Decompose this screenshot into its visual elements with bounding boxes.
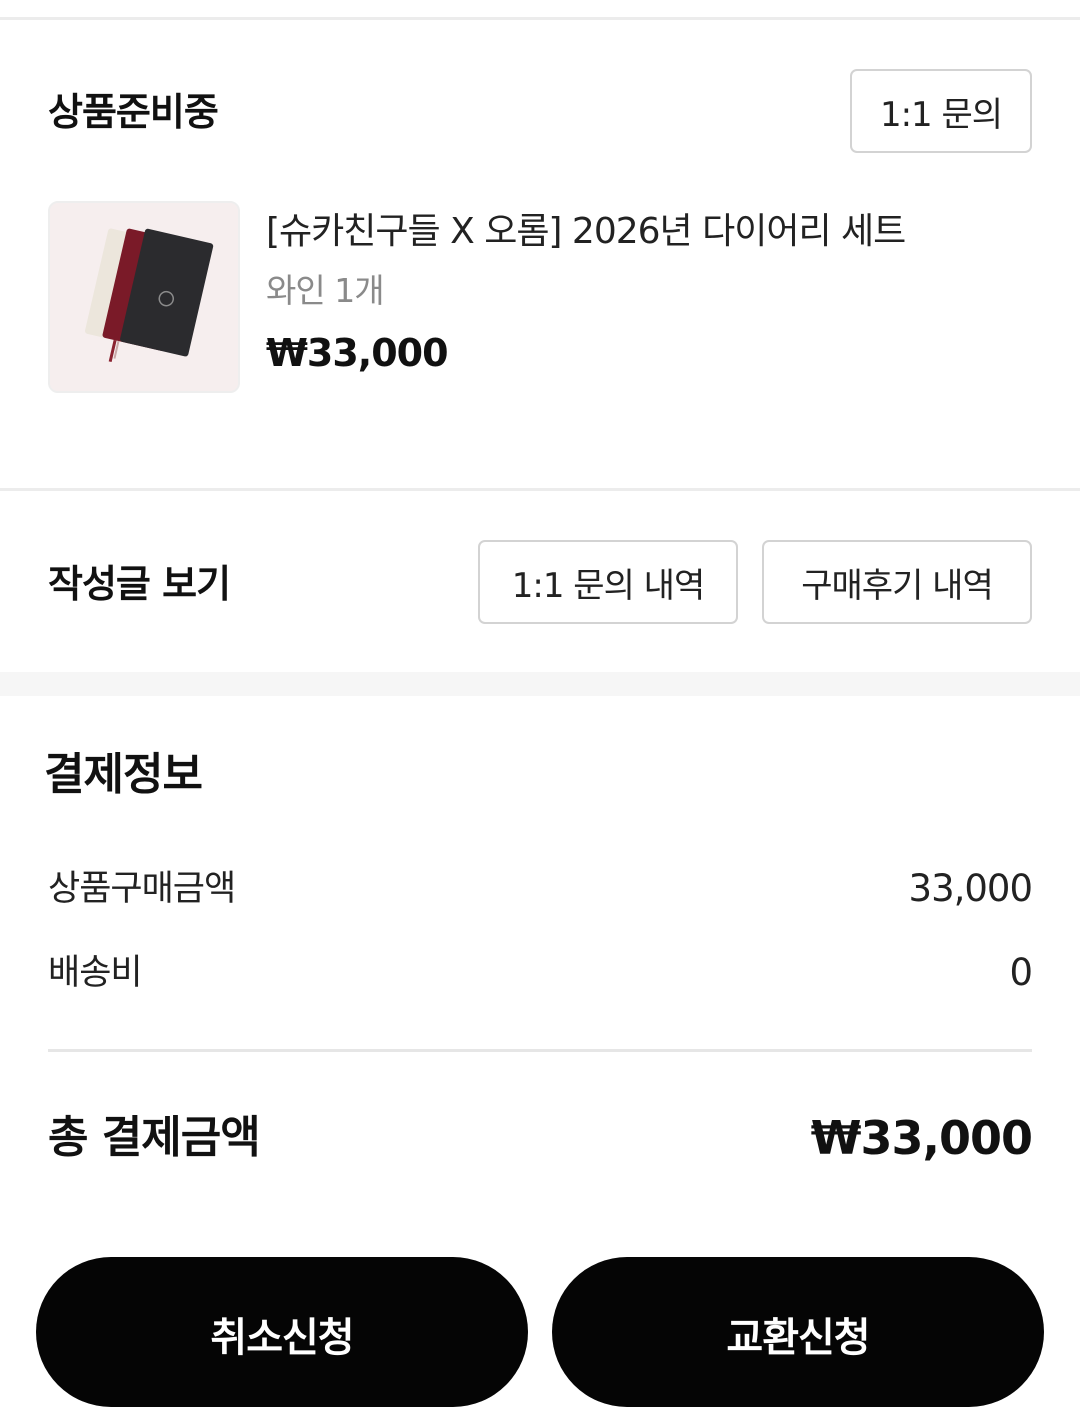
subtotal-value: 33,000 xyxy=(908,867,1033,910)
diary-set-image xyxy=(50,203,238,391)
product-name[interactable]: [슈카친구들 X 오롬] 2026년 다이어리 세트 xyxy=(266,204,1046,260)
subtotal-label: 상품구매금액 xyxy=(48,869,236,909)
posts-section-title: 작성글 보기 xyxy=(48,562,231,606)
review-history-button[interactable]: 구매후기 내역 xyxy=(762,540,1032,624)
inquiry-button[interactable]: 1:1 문의 xyxy=(850,69,1032,153)
payment-info-title: 결제정보 xyxy=(44,749,203,800)
order-status-title: 상품준비중 xyxy=(48,90,219,134)
summary-divider xyxy=(48,1049,1032,1052)
shipping-fee-value: 0 xyxy=(1009,951,1033,994)
total-payment-value: ₩33,000 xyxy=(810,1111,1033,1165)
shipping-fee-label: 배송비 xyxy=(48,953,143,993)
product-thumbnail[interactable] xyxy=(48,201,240,393)
cancel-request-button[interactable]: 취소신청 xyxy=(36,1257,528,1407)
section-separator-band xyxy=(0,672,1080,696)
top-divider xyxy=(0,17,1080,20)
exchange-request-button[interactable]: 교환신청 xyxy=(552,1257,1044,1407)
inquiry-history-button[interactable]: 1:1 문의 내역 xyxy=(478,540,738,624)
total-payment-label: 총 결제금액 xyxy=(48,1112,261,1163)
section-divider xyxy=(0,488,1080,491)
product-price: ₩33,000 xyxy=(266,331,449,375)
product-option: 와인 1개 xyxy=(266,271,385,310)
